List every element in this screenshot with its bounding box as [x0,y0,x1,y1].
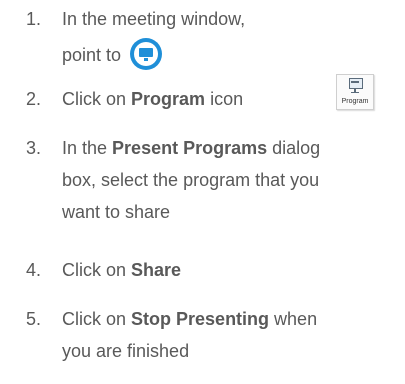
step-number: 3. [26,138,42,158]
step-line-with-icon: point to [62,38,402,71]
step-number: 5. [26,309,42,329]
program-button-caption: Program [341,98,369,105]
instruction-list: 1. In the meeting window, point to 2. Cl… [0,0,405,384]
step-text-plain: Click on [62,309,132,329]
step-number: 4. [26,260,42,280]
step-number: 2. [26,89,42,109]
step-text-plain: Click on [62,260,132,280]
step-text-bold: Program [131,89,206,109]
step-number: 1. [26,9,42,29]
step-line: point to [62,45,122,65]
present-screen-icon [130,38,163,71]
program-window-icon [349,78,363,89]
step-line: you are finished [62,341,190,361]
step-text-plain: dialog [267,138,321,158]
step-text-plain: Click on [62,89,132,109]
step-text-plain: when [269,309,318,329]
step-text-bold: Present Programs [112,138,268,158]
step-text: Click on Stop Presenting when you are fi… [62,306,402,364]
step-line: box, select the program that you [62,170,320,190]
step-text: In the meeting window, point to [62,6,402,71]
step-text-bold: Stop Presenting [131,309,270,329]
step-text-plain: In the [62,138,113,158]
program-button: Program [336,74,374,110]
step-text-bold: Share [131,260,182,280]
step-line: In the meeting window, [62,9,246,29]
step-line: want to share [62,202,171,222]
step-text-plain: icon [205,89,244,109]
step-text: Click on Share [62,257,402,283]
step-text: In the Present Programs dialog box, sele… [62,135,402,225]
